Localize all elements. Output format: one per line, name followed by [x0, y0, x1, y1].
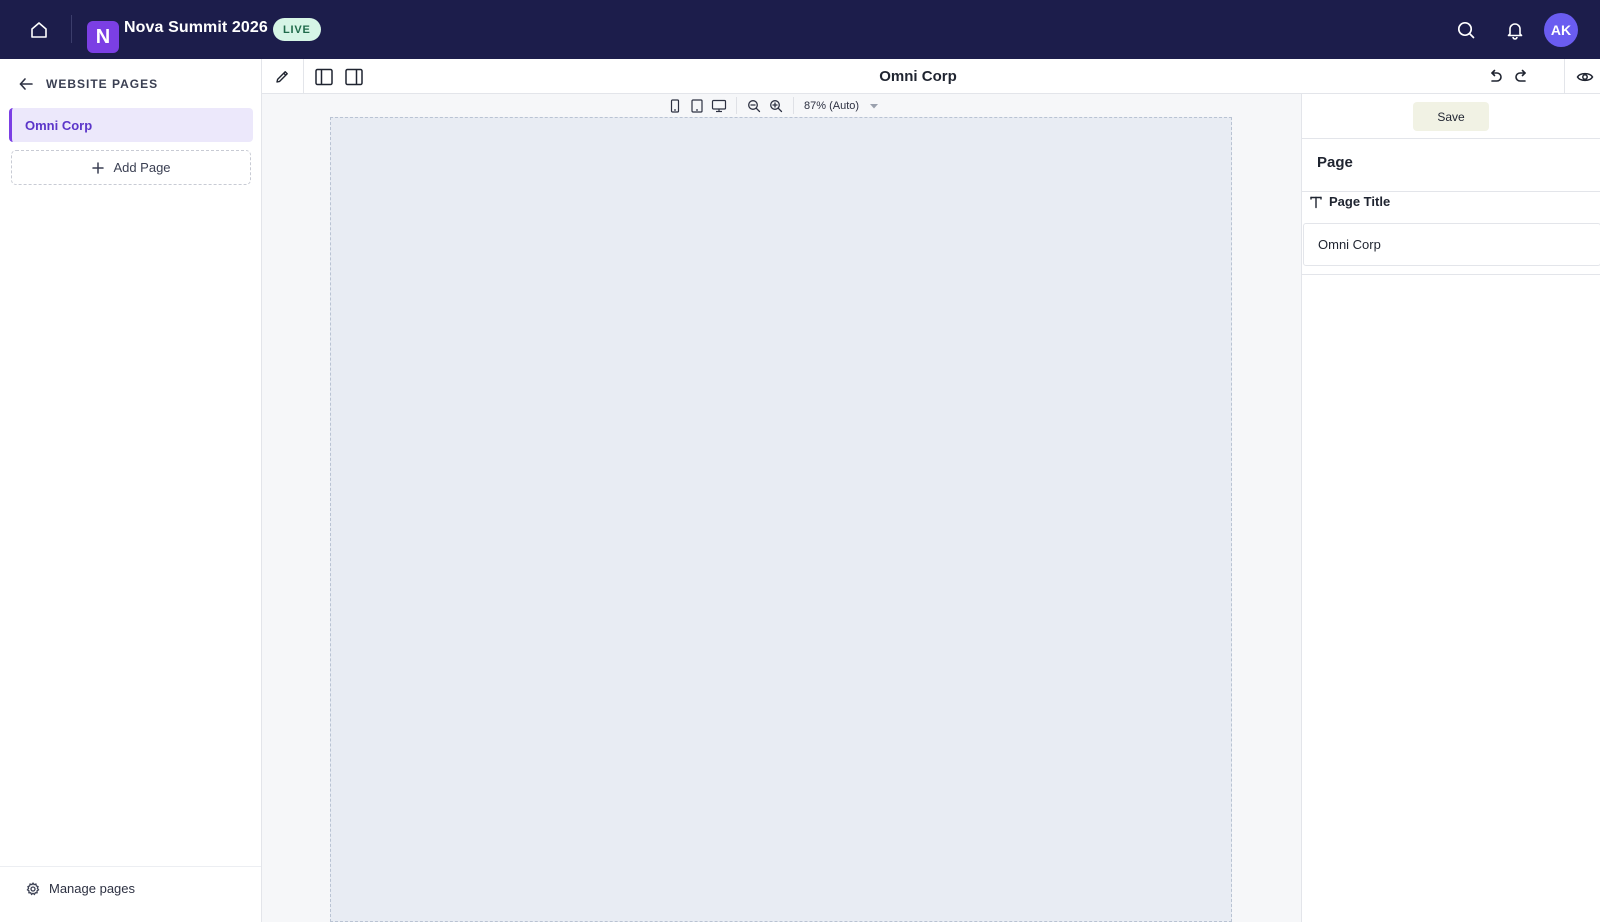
- status-badge: LIVE: [273, 18, 321, 41]
- undo-icon[interactable]: [1483, 65, 1507, 89]
- zoom-in-icon[interactable]: [765, 97, 787, 114]
- home-icon[interactable]: [24, 16, 54, 44]
- panel-divider: [1302, 191, 1600, 192]
- avatar[interactable]: AK: [1544, 13, 1578, 47]
- app-logo: N: [87, 21, 119, 53]
- tablet-icon[interactable]: [686, 97, 708, 114]
- manage-pages-button[interactable]: Manage pages: [26, 881, 135, 896]
- page-title-input[interactable]: [1303, 223, 1600, 266]
- panel-divider: [1302, 138, 1600, 139]
- canvas-area: 87% (Auto): [262, 94, 1301, 922]
- zoom-select[interactable]: 87% (Auto): [800, 100, 879, 112]
- arrow-left-icon: [19, 78, 33, 90]
- sidebar-divider: [0, 866, 261, 867]
- plus-icon: [92, 161, 105, 174]
- viewbar-divider: [736, 97, 737, 114]
- page-title-field-label: Page Title: [1309, 194, 1390, 209]
- redo-icon[interactable]: [1510, 65, 1534, 89]
- back-to-website-pages[interactable]: WEBSITE PAGES: [18, 76, 158, 92]
- eye-icon[interactable]: [1573, 65, 1597, 89]
- view-controls: 87% (Auto): [664, 97, 879, 114]
- panel-divider: [1302, 274, 1600, 275]
- panel-section-heading: Page: [1317, 154, 1353, 171]
- zoom-out-icon[interactable]: [743, 97, 765, 114]
- text-type-icon: [1310, 196, 1322, 208]
- properties-panel: Save Page Page Title: [1301, 94, 1600, 922]
- toolbar-divider-right: [1564, 59, 1565, 94]
- zoom-level: 87% (Auto): [804, 99, 860, 112]
- sidebar: WEBSITE PAGES Omni Corp Add Page Manage …: [0, 59, 262, 922]
- save-button[interactable]: Save: [1413, 102, 1489, 131]
- viewbar-divider: [793, 97, 794, 114]
- field-label-text: Page Title: [1329, 194, 1391, 209]
- page-canvas[interactable]: [330, 117, 1232, 922]
- gear-icon: [26, 881, 40, 895]
- manage-pages-label: Manage pages: [49, 881, 136, 896]
- page-title: Omni Corp: [879, 68, 957, 85]
- mobile-icon[interactable]: [664, 97, 686, 114]
- top-bar: N Nova Summit 2026 LIVE AK: [0, 0, 1600, 59]
- chevron-down-icon: [870, 103, 879, 108]
- sidebar-header-label: WEBSITE PAGES: [46, 77, 159, 91]
- add-page-button[interactable]: Add Page: [11, 150, 251, 185]
- editor-toolbar: Omni Corp: [262, 59, 1600, 94]
- search-icon[interactable]: [1451, 16, 1481, 44]
- topbar-divider: [71, 15, 72, 43]
- desktop-icon[interactable]: [708, 97, 730, 114]
- bell-icon[interactable]: [1500, 16, 1530, 44]
- add-page-label: Add Page: [113, 160, 171, 175]
- event-title: Nova Summit 2026: [124, 19, 268, 36]
- sidebar-item-omni-corp[interactable]: Omni Corp: [9, 108, 253, 142]
